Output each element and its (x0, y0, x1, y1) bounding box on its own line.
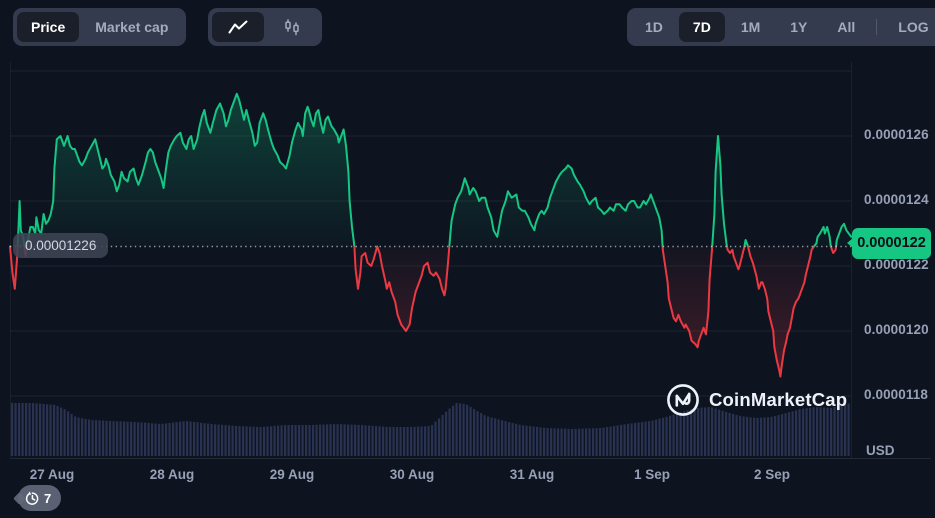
line-chart-type-button[interactable] (212, 12, 264, 42)
line-chart-icon (228, 20, 248, 34)
x-axis-tick-label: 30 Aug (389, 467, 435, 482)
x-axis-tick-label: 28 Aug (149, 467, 195, 482)
chart-plot-area[interactable] (0, 0, 935, 518)
y-axis-tick-label: 0.0000122 (864, 257, 929, 272)
x-axis-tick-label: 2 Sep (753, 467, 791, 482)
candlestick-icon (285, 18, 299, 35)
x-axis-tick-label: 31 Aug (509, 467, 555, 482)
candlestick-chart-type-button[interactable] (266, 12, 318, 42)
current-price-badge: 0.0000122 (847, 227, 931, 259)
range-toggle: 1D 7D 1M 1Y All LOG ··· (627, 8, 935, 46)
history-badge[interactable]: 7 (18, 485, 62, 511)
history-clock-icon (25, 491, 39, 505)
range-1m-button[interactable]: 1M (727, 12, 774, 42)
y-axis-tick-label: 0.0000126 (864, 127, 929, 142)
y-axis-tick-label: 0.0000120 (864, 322, 929, 337)
y-axis-unit-label: USD (866, 443, 895, 458)
x-axis-tick-label: 29 Aug (269, 467, 315, 482)
metric-marketcap-button[interactable]: Market cap (81, 12, 182, 42)
coinmarketcap-watermark: CoinMarketCap (666, 383, 847, 417)
coinmarketcap-logo-icon (667, 384, 699, 416)
price-chart-module: Price Market cap 1D 7D 1M 1Y All LOG 0.0… (0, 0, 935, 518)
history-count: 7 (44, 490, 52, 506)
metric-toggle: Price Market cap (13, 8, 187, 46)
x-axis-tick-label: 27 Aug (29, 467, 75, 482)
range-1d-button[interactable]: 1D (631, 12, 677, 42)
range-1y-button[interactable]: 1Y (776, 12, 821, 42)
y-axis-tick-label: 0.0000118 (864, 387, 928, 402)
baseline-price-label: 0.00001226 (13, 233, 109, 258)
y-axis-tick-label: 0.0000124 (864, 192, 929, 207)
toolbar-divider (876, 19, 878, 35)
x-axis-tick-label: 1 Sep (633, 467, 671, 482)
range-7d-button[interactable]: 7D (678, 12, 725, 42)
watermark-label: CoinMarketCap (709, 389, 848, 410)
range-all-button[interactable]: All (823, 12, 869, 42)
chart-type-toggle (208, 8, 322, 46)
metric-price-button[interactable]: Price (17, 12, 80, 42)
log-scale-button[interactable]: LOG (884, 12, 935, 42)
